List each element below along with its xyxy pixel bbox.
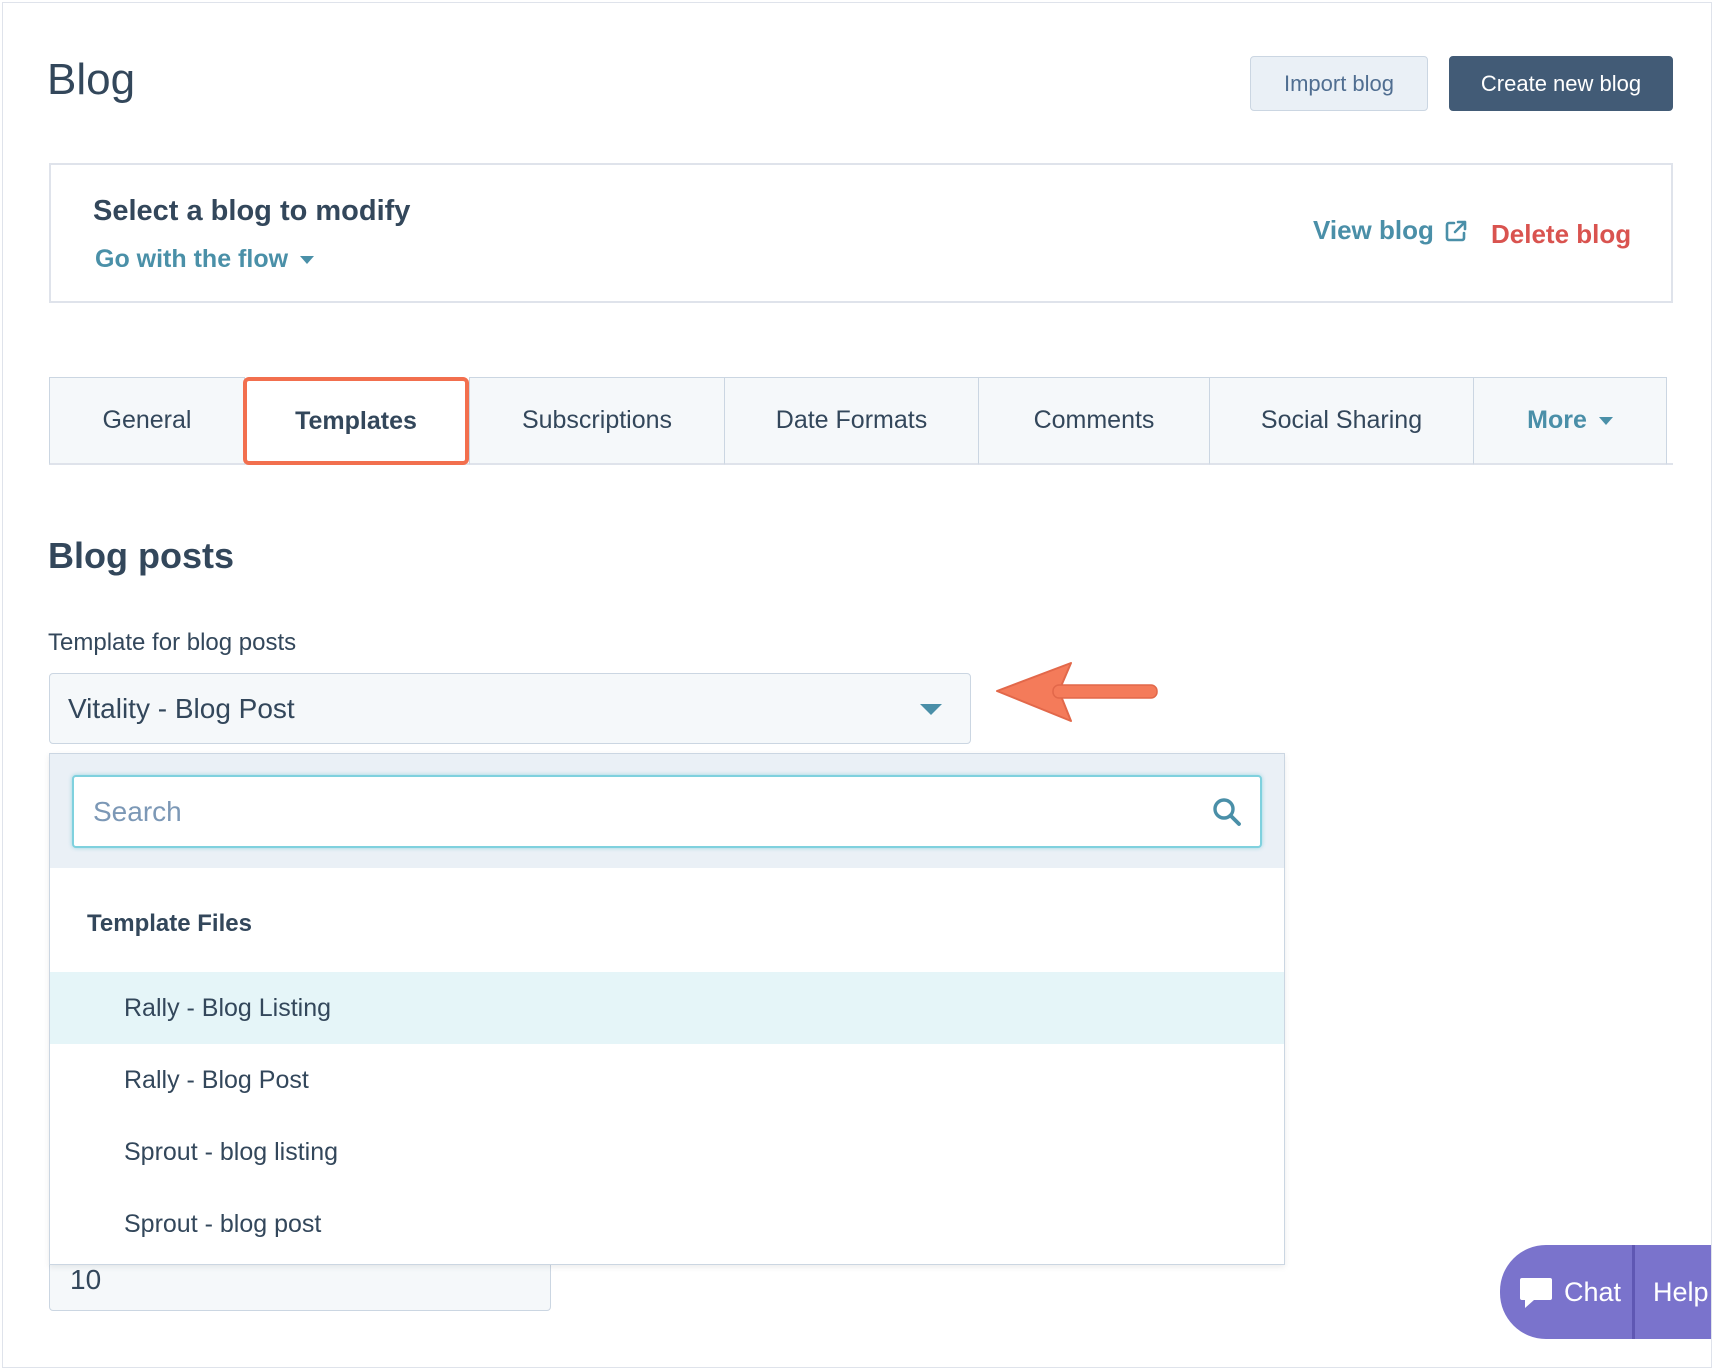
tab-general[interactable]: General [49, 377, 245, 465]
tab-subscriptions[interactable]: Subscriptions [469, 377, 725, 465]
list-item[interactable]: Rally - Blog Post [50, 1044, 1284, 1116]
chevron-down-icon [1598, 416, 1613, 425]
external-link-icon [1445, 220, 1467, 241]
search-input[interactable] [72, 775, 1262, 848]
tab-comments[interactable]: Comments [978, 377, 1210, 465]
page-frame: Blog Import blog Create new blog Select … [2, 2, 1712, 1368]
list-item[interactable]: Sprout - blog post [50, 1188, 1284, 1260]
create-new-blog-button[interactable]: Create new blog [1449, 56, 1673, 111]
template-select-value: Vitality - Blog Post [68, 692, 295, 724]
blog-selector-heading: Select a blog to modify [93, 195, 411, 227]
settings-tabs: General Templates Subscriptions Date For… [49, 377, 1673, 465]
chat-widget: Chat Help [1500, 1245, 1711, 1339]
delete-blog-link[interactable]: Delete blog [1491, 219, 1631, 250]
tab-templates[interactable]: Templates [243, 377, 469, 465]
dropdown-search-area [50, 754, 1284, 868]
chat-button[interactable]: Chat [1500, 1245, 1635, 1339]
view-blog-label: View blog [1313, 215, 1434, 245]
list-item[interactable]: Rally - Blog Listing [50, 972, 1284, 1044]
chat-label: Chat [1564, 1276, 1622, 1307]
tab-more-label: More [1527, 406, 1587, 434]
view-blog-link[interactable]: View blog [1313, 215, 1468, 246]
page-title: Blog [47, 55, 136, 104]
chevron-down-icon [300, 255, 315, 264]
selected-blog-label: Go with the flow [95, 245, 289, 273]
tab-date-formats[interactable]: Date Formats [724, 377, 979, 465]
search-icon [1213, 798, 1241, 826]
help-button[interactable]: Help [1635, 1277, 1709, 1308]
caret-down-icon [920, 704, 942, 715]
template-field-label: Template for blog posts [48, 629, 297, 656]
import-blog-button[interactable]: Import blog [1250, 56, 1428, 111]
annotation-arrow-icon [996, 662, 1158, 722]
template-dropdown-menu: Template Files Rally - Blog Listing Rall… [49, 753, 1285, 1265]
tab-social-sharing[interactable]: Social Sharing [1209, 377, 1474, 465]
chat-bubble-icon [1520, 1278, 1552, 1308]
list-item[interactable]: Sprout - blog listing [50, 1116, 1284, 1188]
dropdown-group-label: Template Files [87, 910, 252, 937]
template-select[interactable]: Vitality - Blog Post [49, 673, 971, 744]
section-heading: Blog posts [48, 535, 234, 576]
tab-more[interactable]: More [1473, 377, 1667, 465]
blog-dropdown[interactable]: Go with the flow [95, 245, 315, 274]
blog-selector-card: Select a blog to modify Go with the flow… [49, 163, 1673, 303]
